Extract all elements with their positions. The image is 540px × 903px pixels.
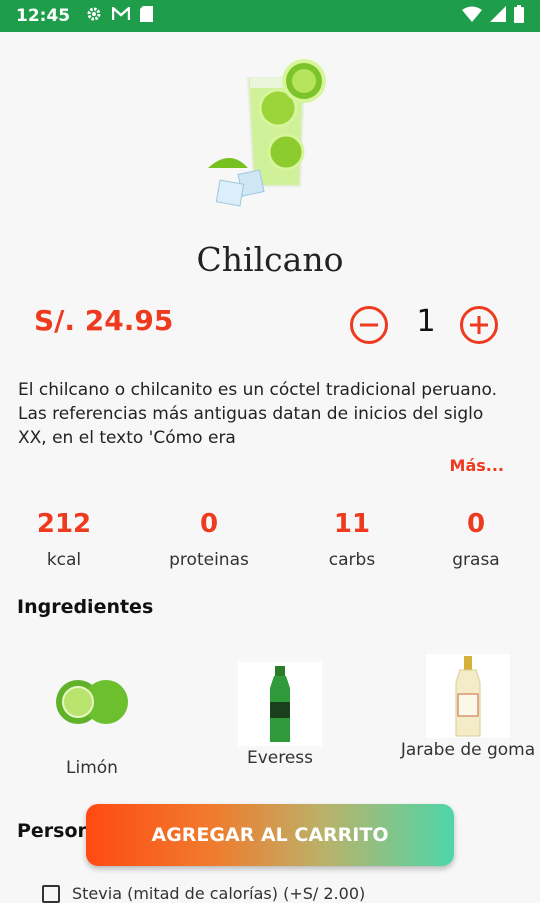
ingredient-name: Limón <box>66 758 118 778</box>
ingredients-heading: Ingredientes <box>17 596 154 618</box>
status-time: 12:45 <box>16 6 71 26</box>
nutrition-fat: 0 grasa <box>416 508 536 570</box>
nutrition-facts: 212 kcal 0 proteinas 11 carbs 0 grasa <box>0 508 540 578</box>
decrease-quantity-button[interactable] <box>350 306 388 344</box>
wifi-icon <box>462 6 482 27</box>
lime-image <box>50 672 134 756</box>
option-label: Stevia (mitad de calorías) (+S/ 2.00) <box>72 884 366 903</box>
nutrition-label: grasa <box>452 550 500 570</box>
nutrition-carbs: 11 carbs <box>292 508 412 570</box>
signal-icon <box>490 5 506 27</box>
option-stevia[interactable]: Stevia (mitad de calorías) (+S/ 2.00) <box>42 884 365 903</box>
syrup-bottle-image <box>426 654 510 738</box>
product-image <box>200 56 340 216</box>
ingredient-item[interactable]: Limón <box>22 672 162 780</box>
nutrition-proteins: 0 proteinas <box>149 508 269 570</box>
add-to-cart-button[interactable]: AGREGAR AL CARRITO <box>86 804 454 866</box>
nutrition-value: 0 <box>199 509 219 539</box>
product-description: El chilcano o chilcanito es un cóctel tr… <box>18 380 497 448</box>
bottle-image <box>238 662 322 746</box>
battery-icon <box>514 4 524 28</box>
ingredients-list: Limón Everess Jarabe de goma <box>0 650 540 790</box>
ingredient-name: Everess <box>246 748 314 768</box>
more-link[interactable]: Más... <box>450 456 504 475</box>
nutrition-value: 11 <box>333 509 371 539</box>
ingredient-item[interactable]: Jarabe de goma <box>398 654 538 762</box>
nutrition-kcal: 212 kcal <box>4 508 124 570</box>
nutrition-label: carbs <box>328 550 376 570</box>
product-title: Chilcano <box>196 240 344 279</box>
status-bar: 12:45 <box>0 0 540 32</box>
nutrition-value: 0 <box>466 509 486 539</box>
nutrition-label: kcal <box>46 550 82 570</box>
ingredient-item[interactable]: Everess <box>210 662 350 770</box>
product-price: S/. 24.95 <box>34 304 174 337</box>
quantity-value: 1 <box>416 304 436 339</box>
gear-icon <box>86 6 102 27</box>
nutrition-label: proteinas <box>169 550 249 570</box>
sd-card-icon <box>140 5 154 27</box>
nutrition-value: 212 <box>36 509 92 539</box>
personalize-heading: Person <box>17 820 92 842</box>
gmail-icon <box>111 5 131 26</box>
ingredient-name: Jarabe de goma <box>400 740 536 760</box>
increase-quantity-button[interactable] <box>460 306 498 344</box>
